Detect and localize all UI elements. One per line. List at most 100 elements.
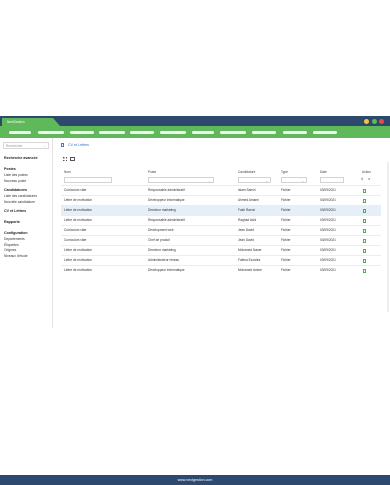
cell-poste: Développeur informatique: [148, 198, 185, 202]
table-row[interactable]: Curriculum vitæ Chef de produit Jean David…: [61, 235, 381, 245]
sidebar-item-cv-lettres[interactable]: CV et Lettres: [4, 209, 26, 213]
table-row[interactable]: Curriculum vitæ Responsable administratif…: [61, 185, 381, 195]
search-placeholder: Rechercher: [6, 144, 23, 148]
download-file-icon[interactable]: [363, 229, 366, 233]
cell-date: 03/09/2021: [320, 198, 336, 202]
cell-type: Fichier: [281, 208, 291, 212]
cell-candidature: Fatima Ezzahra: [238, 258, 261, 262]
scrollbar[interactable]: [387, 162, 389, 312]
cell-type: Fichier: [281, 198, 291, 202]
table-body: Curriculum vitæ Responsable administratif…: [61, 185, 381, 275]
table-row[interactable]: Lettre de motivation Développeur informat…: [61, 195, 381, 205]
filter-poste-select[interactable]: ⌄: [148, 177, 214, 183]
cell-candidature: Mohamed Naser: [238, 248, 262, 252]
download-file-icon[interactable]: [363, 259, 366, 263]
footer-url[interactable]: www.nextgestion.com: [178, 478, 213, 482]
app-window: NextGestion Rechercher ⌄ Recherche avanc…: [0, 116, 390, 485]
cell-nom: Lettre de motivation: [64, 268, 92, 272]
grid-view-icon[interactable]: [63, 157, 67, 161]
cell-poste: Directeur marketing: [148, 248, 176, 252]
cell-candidature: Islam Samiri: [238, 188, 256, 192]
table-row[interactable]: Lettre de motivation Directeur marketing F…: [61, 205, 381, 215]
nav-link-10[interactable]: [283, 130, 307, 134]
clear-filter-icon[interactable]: ✕: [368, 177, 371, 181]
sidebar-item-etiquettes[interactable]: Étiquettes: [4, 243, 19, 247]
download-file-icon[interactable]: [363, 199, 366, 203]
cell-type: Fichier: [281, 268, 291, 272]
cell-candidature: Jean David: [238, 238, 254, 242]
sidebar-item-niveaux-etude[interactable]: Niveaux d'étude: [4, 254, 28, 258]
sidebar-item-origines[interactable]: Origines: [4, 248, 16, 252]
sidebar-item-rapports[interactable]: Rapports: [4, 220, 20, 224]
nav-link-11[interactable]: [313, 130, 337, 134]
download-file-icon[interactable]: [363, 209, 366, 213]
cell-candidature: Raghad Ashi: [238, 218, 257, 222]
download-file-icon[interactable]: [363, 269, 366, 273]
cell-nom: Curriculum vitæ: [64, 238, 87, 242]
table-row[interactable]: Curriculum vitæ Development web Jean David…: [61, 225, 381, 235]
cell-date: 03/09/2021: [320, 258, 336, 262]
cell-type: Fichier: [281, 258, 291, 262]
table-row[interactable]: Lettre de motivation Développeur informat…: [61, 265, 381, 275]
table-filter-row: ⌄ ⌄ ⌄ ⚲ ✕: [61, 175, 381, 185]
cell-date: 03/09/2021: [320, 248, 336, 252]
cell-date: 03/09/2021: [320, 188, 336, 192]
search-icon[interactable]: ⚲: [361, 177, 363, 181]
cell-candidature: Mohamed Amine: [238, 268, 262, 272]
cell-date: 03/09/2021: [320, 218, 336, 222]
cell-nom: Lettre de motivation: [64, 198, 92, 202]
filter-type-select[interactable]: ⌄: [281, 177, 307, 183]
nav-link-2[interactable]: [38, 130, 64, 134]
sidebar-search-input[interactable]: Rechercher ⌄: [3, 142, 49, 149]
cell-poste: Administrateur réseau: [148, 258, 180, 262]
cell-nom: Lettre de motivation: [64, 248, 92, 252]
sidebar-item-nouvelle-candidature[interactable]: Nouvelle candidature: [4, 200, 35, 204]
cell-poste: Développeur informatique: [148, 268, 185, 272]
close-button[interactable]: [379, 118, 384, 124]
sidebar-section-candidatures: Candidatures: [4, 188, 27, 192]
nav-link-6[interactable]: [160, 130, 186, 134]
cell-type: Fichier: [281, 248, 291, 252]
filter-candidature-select[interactable]: ⌄: [238, 177, 271, 183]
download-file-icon[interactable]: [363, 219, 366, 223]
nav-link-7[interactable]: [192, 130, 214, 134]
cell-date: 03/09/2021: [320, 268, 336, 272]
sidebar-item-nouveau-poste[interactable]: Nouveau poste: [4, 179, 26, 183]
filter-nom-input[interactable]: [64, 177, 112, 183]
cell-type: Fichier: [281, 228, 291, 232]
chevron-down-icon: ⌄: [43, 144, 46, 148]
cell-nom: Lettre de motivation: [64, 258, 92, 262]
table-row[interactable]: Lettre de motivation Administrateur résea…: [61, 255, 381, 265]
cell-date: 03/09/2021: [320, 208, 336, 212]
cell-nom: Lettre de motivation: [64, 218, 92, 222]
sidebar-item-liste-candidatures[interactable]: Liste des candidatures: [4, 194, 37, 198]
cell-candidature: Jean David: [238, 228, 254, 232]
nav-link-9[interactable]: [252, 130, 276, 134]
app-tab[interactable]: NextGestion: [2, 118, 60, 126]
filter-date-input[interactable]: [320, 177, 344, 183]
list-view-icon[interactable]: [70, 157, 75, 161]
document-icon: [61, 143, 64, 147]
cell-date: 03/09/2021: [320, 238, 336, 242]
maximize-button[interactable]: [371, 118, 377, 124]
nav-link-1[interactable]: [9, 130, 31, 134]
cell-type: Fichier: [281, 188, 291, 192]
sidebar-item-departements[interactable]: Departements: [4, 237, 25, 241]
download-file-icon[interactable]: [363, 239, 366, 243]
cell-type: Fichier: [281, 238, 291, 242]
table-row[interactable]: Lettre de motivation Directeur marketing M…: [61, 245, 381, 255]
minimize-button[interactable]: [364, 118, 369, 124]
nav-link-5[interactable]: [130, 130, 154, 134]
nav-link-4[interactable]: [99, 130, 125, 134]
sidebar-item-recherche-avancee[interactable]: Recherche avancée: [4, 156, 38, 160]
download-file-icon[interactable]: [363, 189, 366, 193]
download-file-icon[interactable]: [363, 249, 366, 253]
table-row[interactable]: Lettre de motivation Responsable administ…: [61, 215, 381, 225]
nav-link-8[interactable]: [220, 130, 246, 134]
nav-link-3[interactable]: [70, 130, 94, 134]
cell-candidature: Ahmed Amami: [238, 198, 259, 202]
cell-candidature: Fakir Ramzi: [238, 208, 256, 212]
sidebar-item-liste-postes[interactable]: Liste des postes: [4, 173, 28, 177]
cell-date: 03/09/2021: [320, 228, 336, 232]
breadcrumb[interactable]: CV et Lettres: [68, 143, 89, 147]
